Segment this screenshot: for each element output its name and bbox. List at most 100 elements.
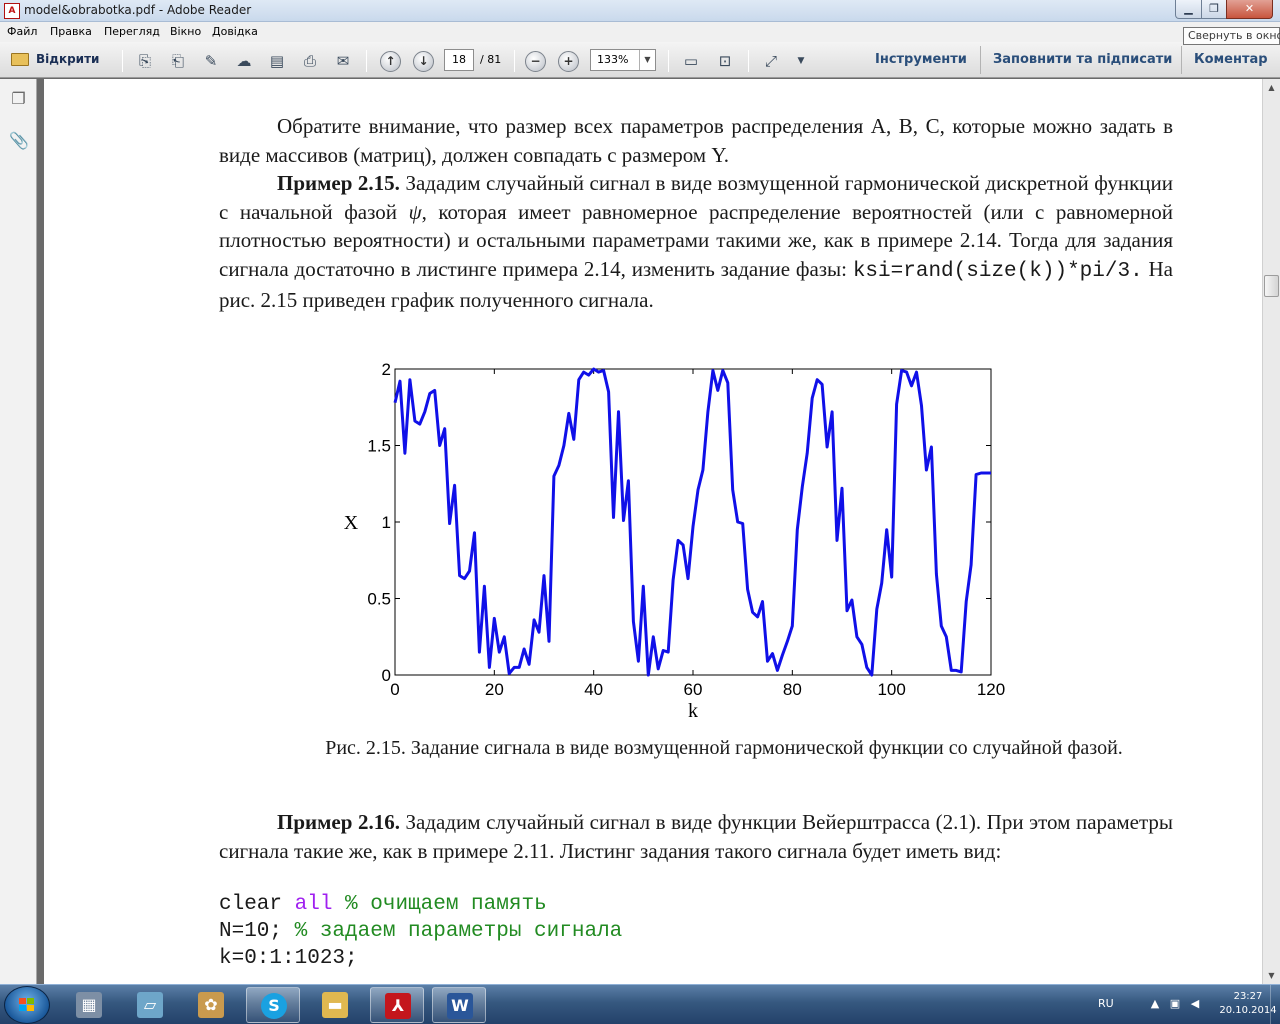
menu-file[interactable]: Файл bbox=[7, 25, 37, 38]
toolbar-separator bbox=[122, 50, 123, 72]
minimize-button[interactable]: ▁ bbox=[1175, 0, 1202, 19]
taskbar-word[interactable]: W bbox=[432, 987, 486, 1023]
customize-chevron-icon[interactable]: ▼ bbox=[790, 50, 812, 72]
calculator-icon: ▦ bbox=[76, 992, 102, 1018]
toolbar-separator bbox=[1181, 46, 1182, 74]
show-desktop-button[interactable] bbox=[1270, 985, 1280, 1024]
scroll-down-icon[interactable]: ▼ bbox=[1263, 967, 1280, 984]
taskbar: ▦ ▱ ✿ S ▬ ⅄ W RU ▲ ▣ ◀ 23:27 20.10.2014 bbox=[0, 984, 1280, 1024]
chevron-down-icon: ▼ bbox=[639, 50, 655, 70]
page-total-label: / 81 bbox=[480, 53, 502, 66]
next-page-icon[interactable]: ↓ bbox=[413, 51, 434, 72]
open-label: Відкрити bbox=[36, 52, 100, 66]
code-line-1: clear all % очищаем память bbox=[219, 891, 547, 918]
show-hidden-icons-icon[interactable]: ▲ bbox=[1148, 997, 1162, 1011]
vertical-scrollbar[interactable]: ▲ ▼ bbox=[1262, 79, 1280, 984]
restore-button[interactable]: ❐ bbox=[1201, 0, 1227, 19]
x-tick-label: 20 bbox=[485, 680, 504, 699]
paragraph-example-2-16: Пример 2.16. Зададим случайный сигнал в … bbox=[219, 808, 1173, 865]
paragraph-example-2-15: Пример 2.15. Зададим случайный сигнал в … bbox=[219, 169, 1173, 315]
zoom-in-icon[interactable]: + bbox=[558, 51, 579, 72]
toolbar-separator bbox=[514, 50, 515, 72]
upload-cloud-icon[interactable]: ☁ bbox=[233, 50, 255, 72]
menu-window[interactable]: Вікно bbox=[170, 25, 201, 38]
fit-width-icon[interactable]: ⊡ bbox=[714, 50, 736, 72]
taskbar-explorer[interactable]: ▬ bbox=[308, 987, 362, 1023]
comment-tab[interactable]: Коментар bbox=[1194, 52, 1268, 67]
close-button[interactable]: ✕ bbox=[1226, 0, 1273, 19]
print-icon[interactable]: ⎙ bbox=[299, 50, 321, 72]
zoom-select[interactable]: 133% ▼ bbox=[590, 49, 656, 71]
system-tray: RU ▲ ▣ ◀ 23:27 20.10.2014 bbox=[1070, 985, 1280, 1024]
y-tick-label: 0.5 bbox=[367, 590, 391, 609]
code-comment: % очищаем память bbox=[332, 893, 547, 916]
signal-chart: 0 20 40 60 80 100 120 0 0.5 1 1.5 2 k X bbox=[344, 360, 1005, 717]
y-tick-label: 0 bbox=[382, 666, 391, 685]
x-tick-label: 60 bbox=[684, 680, 703, 699]
code-comment: % задаем параметры сигнала bbox=[282, 920, 623, 943]
toolbar-separator bbox=[668, 50, 669, 72]
notes-icon: ▱ bbox=[137, 992, 163, 1018]
x-tick-label: 0 bbox=[390, 680, 399, 699]
code-line-2: N=10; % задаем параметры сигнала bbox=[219, 918, 622, 945]
menu-help[interactable]: Довідка bbox=[212, 25, 258, 38]
scroll-up-icon[interactable]: ▲ bbox=[1263, 79, 1280, 96]
figure-caption: Рис. 2.15. Задание сигнала в виде возмущ… bbox=[325, 737, 1123, 759]
export-pdf-icon[interactable]: ⎗ bbox=[167, 50, 189, 72]
taskbar-adobe-reader[interactable]: ⅄ bbox=[370, 987, 424, 1023]
toolbar-separator bbox=[748, 50, 749, 72]
zoom-value: 133% bbox=[597, 53, 629, 66]
word-icon: W bbox=[447, 993, 473, 1019]
zoom-out-icon[interactable]: − bbox=[525, 51, 546, 72]
x-tick-label: 80 bbox=[783, 680, 802, 699]
y-axis-label: X bbox=[344, 512, 359, 534]
code-text: N=10; bbox=[219, 920, 283, 943]
inline-code: ksi=rand(size(k))*pi/3. bbox=[852, 259, 1143, 283]
code-keyword: all bbox=[294, 893, 333, 916]
menu-view[interactable]: Перегляд bbox=[104, 25, 160, 38]
language-indicator[interactable]: RU bbox=[1098, 997, 1114, 1010]
toolbar-separator bbox=[980, 46, 981, 74]
title-bar: A model&obrabotka.pdf - Adobe Reader ▁ ❐… bbox=[0, 0, 1280, 22]
skype-icon: S bbox=[261, 993, 287, 1019]
previous-page-icon[interactable]: ↑ bbox=[380, 51, 401, 72]
page-number-input[interactable]: 18 bbox=[444, 49, 474, 71]
email-icon[interactable]: ✉ bbox=[332, 50, 354, 72]
menu-edit[interactable]: Правка bbox=[50, 25, 92, 38]
taskbar-paint[interactable]: ✿ bbox=[184, 987, 238, 1023]
fit-page-icon[interactable]: ▭ bbox=[680, 50, 702, 72]
navigation-pane: ❐ 📎 bbox=[0, 79, 37, 984]
taskbar-notes[interactable]: ▱ bbox=[123, 987, 177, 1023]
y-tick-label: 2 bbox=[382, 360, 391, 379]
tools-tab[interactable]: Інструменти bbox=[875, 52, 967, 67]
toolbar-separator bbox=[366, 50, 367, 72]
psi-symbol: ψ bbox=[408, 199, 422, 224]
y-tick-label: 1 bbox=[382, 513, 391, 532]
attachments-paperclip-icon[interactable]: 📎 bbox=[9, 131, 29, 153]
x-axis-label: k bbox=[688, 700, 698, 717]
paragraph-note: Обратите внимание, что размер всех парам… bbox=[219, 114, 1173, 167]
x-tick-label: 40 bbox=[584, 680, 603, 699]
acrobat-app-icon: A bbox=[4, 3, 20, 19]
create-pdf-icon[interactable]: ⎘ bbox=[134, 50, 156, 72]
scrollbar-thumb[interactable] bbox=[1264, 275, 1279, 297]
volume-icon[interactable]: ◀ bbox=[1188, 997, 1202, 1011]
adobe-reader-icon: ⅄ bbox=[385, 993, 411, 1019]
taskbar-skype[interactable]: S bbox=[246, 987, 300, 1023]
network-icon[interactable]: ▣ bbox=[1168, 997, 1182, 1011]
save-icon[interactable]: ▤ bbox=[266, 50, 288, 72]
fill-sign-tab[interactable]: Заповнити та підписати bbox=[993, 52, 1172, 67]
full-screen-icon[interactable]: ⤢ bbox=[760, 50, 782, 72]
folder-icon: ▬ bbox=[322, 992, 348, 1018]
edit-document-icon[interactable]: ✎ bbox=[200, 50, 222, 72]
start-button[interactable] bbox=[4, 986, 50, 1024]
window-title: model&obrabotka.pdf - Adobe Reader bbox=[24, 3, 252, 17]
x-tick-label: 120 bbox=[977, 680, 1005, 699]
code-text: clear bbox=[219, 893, 295, 916]
restore-tooltip: Свернуть в окно bbox=[1183, 27, 1280, 45]
open-button[interactable]: Відкрити bbox=[6, 48, 107, 72]
page-thumbnails-icon[interactable]: ❐ bbox=[9, 89, 28, 111]
paint-palette-icon: ✿ bbox=[198, 992, 224, 1018]
example-heading: Пример 2.16. bbox=[277, 810, 400, 834]
taskbar-calculator[interactable]: ▦ bbox=[62, 987, 116, 1023]
